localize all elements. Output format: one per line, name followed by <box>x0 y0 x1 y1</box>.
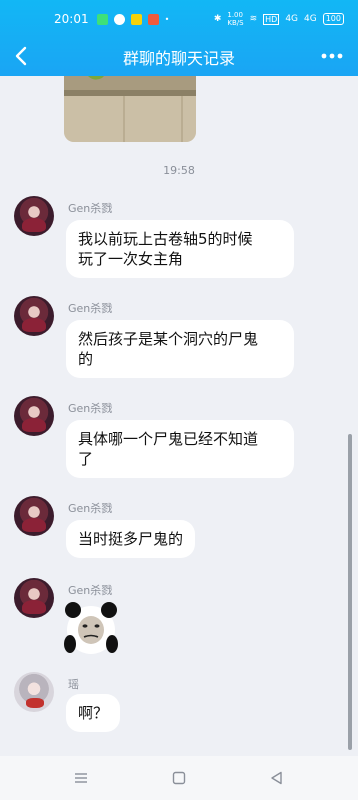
app-icon <box>130 13 142 25</box>
message-bubble[interactable]: 啊？ <box>66 694 121 732</box>
message-bubble[interactable]: 当时挺多尸鬼的 <box>66 520 196 558</box>
app-icon <box>113 13 125 25</box>
dot-icon: • <box>164 14 170 24</box>
signal1-text: 4G <box>285 14 299 24</box>
sender-name: Gen杀戮 <box>68 402 113 415</box>
avatar[interactable] <box>14 296 54 336</box>
home-icon[interactable] <box>167 766 191 790</box>
app-icon <box>147 13 159 25</box>
notification-icons: • <box>96 13 170 25</box>
sender-name: Gen杀戮 <box>68 302 113 315</box>
scrollbar[interactable] <box>348 434 352 750</box>
timestamp: 19:58 <box>163 164 195 177</box>
back-triangle-icon[interactable] <box>265 766 289 790</box>
title-row: 群聊的聊天记录 <box>0 38 358 76</box>
avatar[interactable] <box>14 578 54 618</box>
shared-image[interactable] <box>64 76 196 142</box>
signal2-text: 4G <box>304 14 317 24</box>
panda-sticker[interactable] <box>64 600 118 656</box>
header-bar: 20:01 • ✱ 1.00 KB/S ≋ HD 4G 4G 100 群聊的聊天… <box>0 0 358 76</box>
message-bubble[interactable]: 我以前玩上古卷轴5的时候 玩了一次女主角 <box>66 220 294 278</box>
status-bar: 20:01 • ✱ 1.00 KB/S ≋ HD 4G 4G 100 <box>0 0 358 38</box>
avatar[interactable] <box>14 496 54 536</box>
back-arrow-icon[interactable] <box>10 44 34 68</box>
message-bubble[interactable]: 然后孩子是某个洞穴的尸鬼 的 <box>66 320 294 378</box>
avatar[interactable] <box>14 672 54 712</box>
sender-name: Gen杀戮 <box>68 584 113 597</box>
avatar[interactable] <box>14 396 54 436</box>
app-icon <box>96 13 108 25</box>
avatar[interactable] <box>14 196 54 236</box>
sender-name: Gen杀戮 <box>68 202 113 215</box>
navigation-bar <box>0 756 358 800</box>
bluetooth-icon: ✱ <box>213 14 222 24</box>
speed-text: 1.00 KB/S <box>227 11 244 27</box>
hd-icon: HD <box>263 13 280 25</box>
chat-history[interactable]: 19:58 Gen杀戮 我以前玩上古卷轴5的时候 玩了一次女主角 Gen杀戮 然… <box>0 76 358 756</box>
wifi-icon: ≋ <box>249 14 258 24</box>
shared-image-graphic <box>64 76 196 142</box>
status-right: ✱ 1.00 KB/S ≋ HD 4G 4G 100 <box>214 11 344 27</box>
battery-icon: 100 <box>322 13 344 25</box>
sender-name: Gen杀戮 <box>68 502 113 515</box>
page-title: 群聊的聊天记录 <box>122 49 235 68</box>
menu-icon[interactable] <box>69 766 93 790</box>
sender-name: 瑶 <box>68 678 79 691</box>
status-time: 20:01 <box>54 12 89 26</box>
message-bubble[interactable]: 具体哪一个尸鬼已经不知道 了 <box>66 420 294 478</box>
more-options-icon[interactable] <box>320 46 344 66</box>
